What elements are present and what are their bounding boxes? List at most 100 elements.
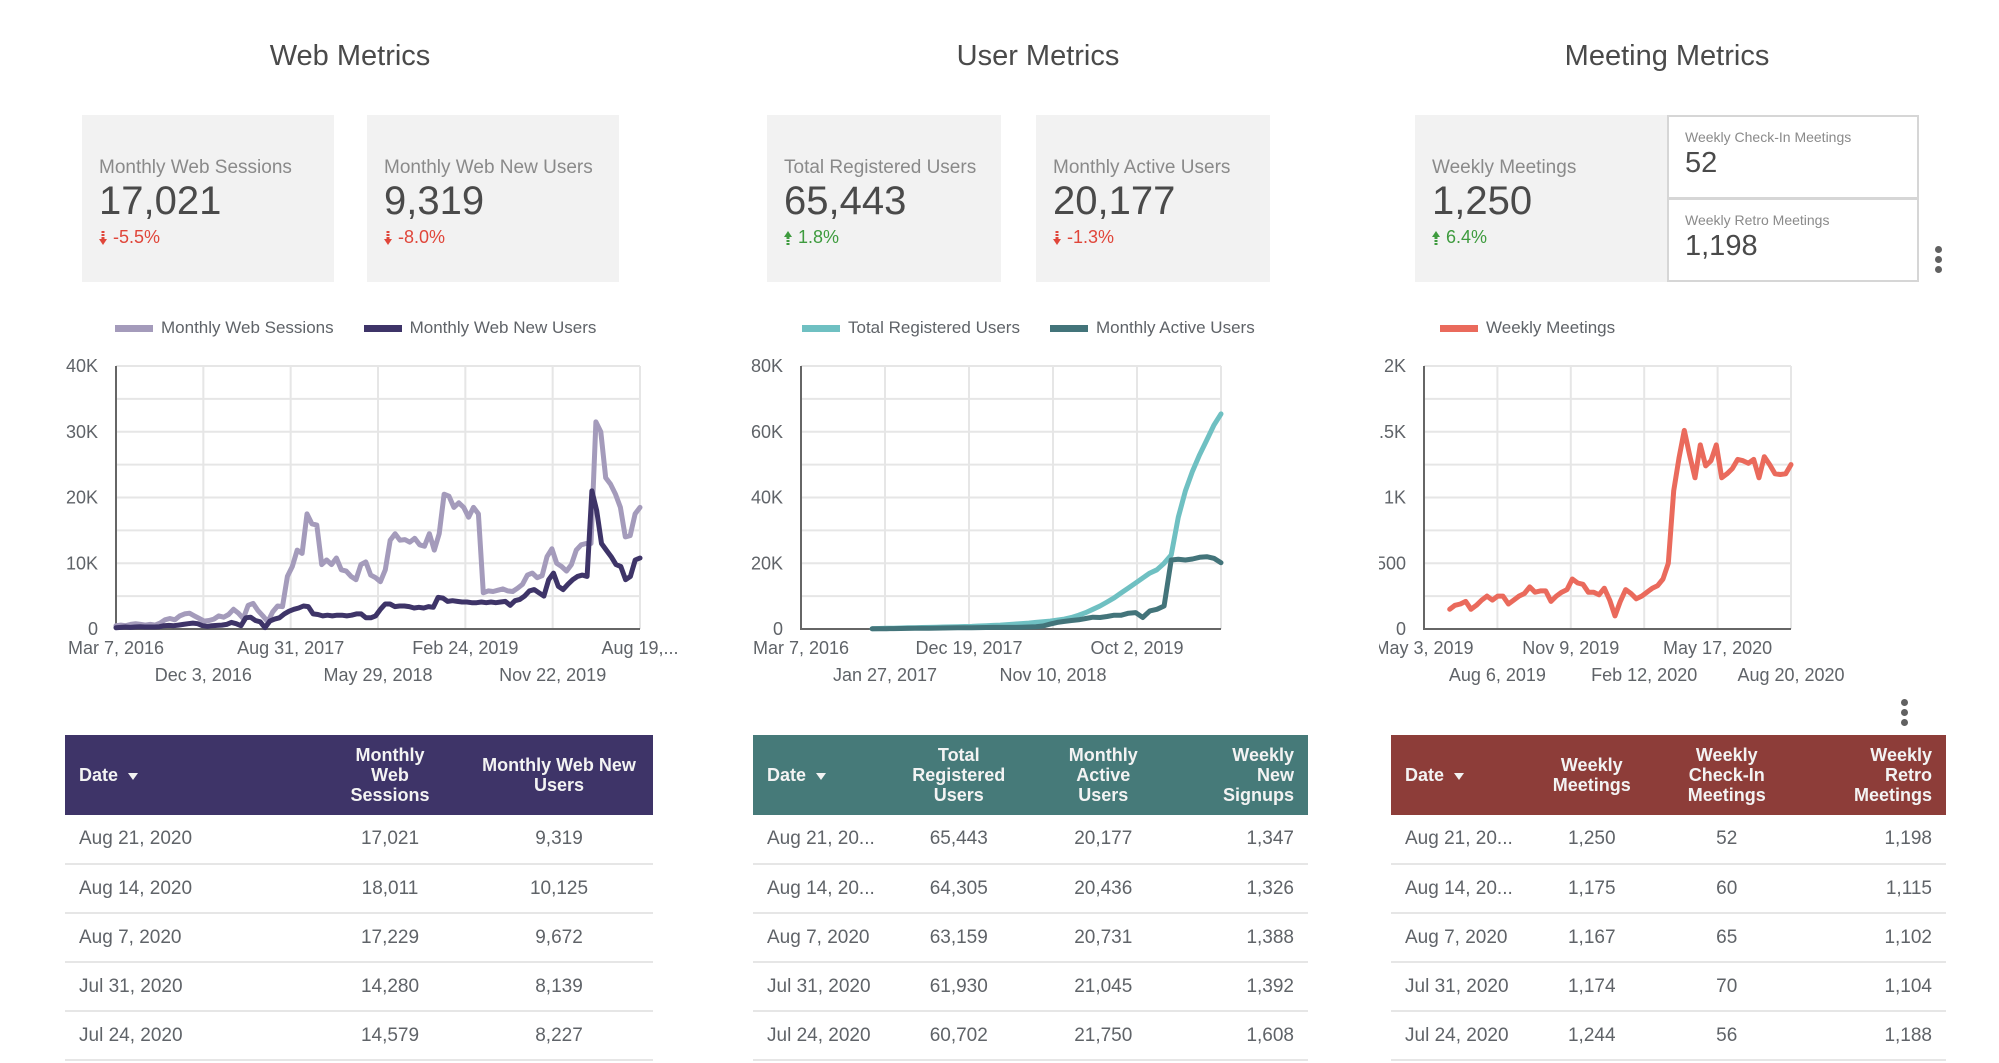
table-row[interactable]: Jul 31, 2020 61,930 21,045 1,392 (753, 962, 1308, 1012)
column-header[interactable]: Total Registered Users (889, 735, 1029, 815)
table-cell-value: 1,244 (1526, 1011, 1657, 1061)
table-cell-value: 1,175 (1526, 864, 1657, 914)
kpi-label: Weekly Retro Meetings (1685, 212, 1830, 228)
column-header[interactable]: Weekly Retro Meetings (1797, 735, 1946, 815)
x-tick-label: Dec 19, 2017 (915, 638, 1022, 658)
column-header[interactable]: Monthly Active Users (1029, 735, 1178, 815)
column-header[interactable]: Monthly Web New Users (465, 735, 653, 815)
table-row[interactable]: Aug 21, 20... 65,443 20,177 1,347 (753, 815, 1308, 865)
kpi-label: Weekly Meetings (1432, 157, 1577, 178)
y-tick-label: 500 (1379, 553, 1406, 573)
table-row[interactable]: Aug 7, 2020 17,229 9,672 (65, 913, 653, 963)
table-cell-date: Aug 14, 20... (753, 864, 889, 914)
table-row[interactable]: Aug 7, 2020 1,167 65 1,102 (1391, 913, 1946, 963)
column-header-date[interactable]: Date (1391, 735, 1527, 815)
legend-item[interactable]: Weekly Meetings (1440, 318, 1615, 338)
arrow-down-icon (99, 230, 107, 245)
column-header[interactable]: Weekly Meetings (1527, 735, 1657, 815)
table-cell-value: 64,305 (888, 864, 1029, 914)
x-tick-label: May 3, 2019 (1379, 638, 1474, 658)
table-cell-value: 1,188 (1796, 1011, 1946, 1061)
y-tick-label: 10K (66, 553, 98, 573)
data-table-web: Date Monthly Web Sessions Monthly Web Ne… (65, 735, 653, 1061)
y-tick-label: 0 (88, 619, 98, 639)
table-cell-value: 21,750 (1028, 1011, 1178, 1061)
table-cell-date: Aug 7, 2020 (1391, 913, 1527, 963)
y-tick-label: 30K (66, 422, 98, 442)
table-row[interactable]: Jul 31, 2020 14,280 8,139 (65, 962, 653, 1012)
x-tick-label: Feb 12, 2020 (1591, 665, 1697, 685)
kpi-value: 52 (1685, 147, 1718, 179)
kpi-delta-value: -8.0% (398, 227, 446, 247)
table-row[interactable]: Jul 24, 2020 60,702 21,750 1,608 (753, 1011, 1308, 1061)
table-cell-value: 70 (1656, 962, 1797, 1012)
more-options-icon[interactable] (1935, 246, 1943, 273)
legend-item[interactable]: Monthly Web Sessions (115, 318, 334, 338)
table-cell-value: 1,104 (1796, 962, 1946, 1012)
table-cell-value: 65,443 (888, 815, 1029, 865)
x-tick-label: Aug 20, 2020 (1737, 665, 1844, 685)
x-tick-label: Nov 9, 2019 (1522, 638, 1619, 658)
arrow-down-icon (1053, 230, 1061, 245)
series-line-weekly-meetings (1447, 427, 1794, 619)
kpi-label: Total Registered Users (784, 157, 977, 178)
table-cell-value: 1,102 (1796, 913, 1946, 963)
x-tick-label: Feb 24, 2019 (412, 638, 518, 658)
kpi-label: Monthly Active Users (1053, 157, 1231, 178)
table-cell-value: 1,347 (1177, 815, 1308, 865)
table-cell-date: Aug 21, 20... (753, 815, 889, 865)
legend-item[interactable]: Monthly Web New Users (363, 318, 596, 338)
table-row[interactable]: Aug 21, 20... 1,250 52 1,198 (1391, 815, 1946, 865)
table-cell-value: 10,125 (465, 864, 653, 914)
y-tick-label: 80K (751, 356, 783, 376)
more-options-icon[interactable] (1901, 699, 1909, 726)
line-chart-user-metrics: 0 20K 40K 60K 80K Mar 7, 2016 Dec 19, 2017 Oct … (751, 356, 1224, 685)
table-cell-value: 61,930 (888, 962, 1029, 1012)
table-cell-value: 60,702 (888, 1011, 1029, 1061)
x-tick-label: Nov 22, 2019 (499, 665, 606, 685)
table-row[interactable]: Aug 14, 20... 1,175 60 1,115 (1391, 864, 1946, 914)
arrow-down-icon (384, 230, 392, 245)
table-row[interactable]: Aug 21, 2020 17,021 9,319 (65, 815, 653, 865)
line-chart-web-metrics: 0 10K 20K 30K 40K Mar 7, 2016 Aug 31, 2017 Feb … (66, 356, 679, 685)
table-cell-date: Aug 14, 2020 (65, 864, 315, 914)
x-tick-label: Nov 10, 2018 (999, 665, 1106, 685)
column-header[interactable]: Weekly Check-In Meetings (1657, 735, 1797, 815)
table-cell-date: Aug 14, 20... (1391, 864, 1527, 914)
table-row[interactable]: Jul 31, 2020 1,174 70 1,104 (1391, 962, 1946, 1012)
table-row[interactable]: Jul 24, 2020 1,244 56 1,188 (1391, 1011, 1946, 1061)
x-tick-label: May 29, 2018 (323, 665, 432, 685)
kpi-value: 65,443 (784, 179, 907, 223)
y-tick-label: 40K (66, 356, 98, 376)
x-tick-label: Dec 3, 2016 (155, 665, 252, 685)
legend-swatch (1049, 324, 1088, 332)
table-cell-value: 14,579 (315, 1011, 465, 1061)
table-row[interactable]: Aug 14, 2020 18,011 10,125 (65, 864, 653, 914)
table-cell-value: 14,280 (315, 962, 465, 1012)
table-cell-date: Jul 24, 2020 (1391, 1011, 1527, 1061)
table-cell-value: 1,326 (1177, 864, 1308, 914)
x-tick-label: Oct 2, 2019 (1090, 638, 1183, 658)
legend-item[interactable]: Total Registered Users (802, 318, 1020, 338)
legend-label: Total Registered Users (848, 318, 1020, 337)
column-header-date[interactable]: Date (753, 735, 889, 815)
table-row[interactable]: Jul 24, 2020 14,579 8,227 (65, 1011, 653, 1061)
table-cell-value: 18,011 (315, 864, 465, 914)
table-cell-value: 1,250 (1526, 815, 1657, 865)
table-row[interactable]: Aug 14, 20... 64,305 20,436 1,326 (753, 864, 1308, 914)
chart-legend-meeting: Weekly Meetings (1440, 318, 1615, 338)
legend-swatch (115, 324, 153, 332)
table-cell-value: 56 (1656, 1011, 1797, 1061)
table-cell-value: 20,731 (1028, 913, 1178, 963)
table-cell-value: 1,608 (1177, 1011, 1308, 1061)
kpi-card-weekly-retro-meetings: Weekly Retro Meetings 1,198 (1667, 198, 1919, 282)
column-header-date[interactable]: Date (65, 735, 315, 815)
column-header[interactable]: Weekly New Signups (1178, 735, 1308, 815)
legend-item[interactable]: Monthly Active Users (1049, 318, 1255, 338)
kpi-value: 17,021 (99, 179, 222, 223)
column-header[interactable]: Monthly Web Sessions (315, 735, 465, 815)
table-cell-date: Jul 24, 2020 (753, 1011, 889, 1061)
table-row[interactable]: Aug 7, 2020 63,159 20,731 1,388 (753, 913, 1308, 963)
y-tick-label: 0 (1396, 619, 1406, 639)
table-cell-value: 20,177 (1028, 815, 1178, 865)
